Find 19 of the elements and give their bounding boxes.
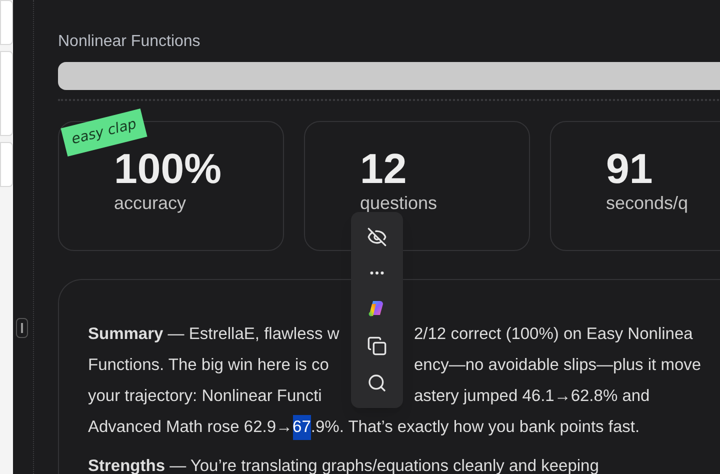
selected-text: 67 [292, 415, 311, 440]
stat-value: 12 [360, 146, 408, 192]
paragraph-text: your trajectory: Nonlinear Functi [88, 386, 323, 408]
paragraph-text: ency—no avoidable slips—plus it move [414, 355, 702, 376]
paragraph-text: astery jumped 46.1→62.8% and [414, 386, 650, 408]
paragraph-text: Summary — EstrellaE, flawless w [88, 324, 340, 346]
paragraph-text: Functions. The big win here is co [88, 355, 330, 376]
resize-handle[interactable] [16, 318, 28, 338]
stat-value: 91 [606, 146, 654, 192]
stat-label: accuracy [114, 192, 188, 214]
copy-icon[interactable] [367, 336, 387, 356]
stat-label: questions [360, 192, 438, 214]
stat-label: seconds/q [606, 192, 690, 214]
hide-icon[interactable] [367, 226, 387, 247]
paragraph-text: 2/12 correct (100%) on Easy Nonlinea [414, 324, 693, 346]
topic-title: Nonlinear Functions [58, 32, 202, 52]
paragraph-text: .9%. That’s exactly how you bank points fast. [310, 417, 640, 438]
search-icon[interactable] [367, 373, 387, 394]
paragraph-text: Advanced Math rose 62.9→ [88, 417, 293, 438]
